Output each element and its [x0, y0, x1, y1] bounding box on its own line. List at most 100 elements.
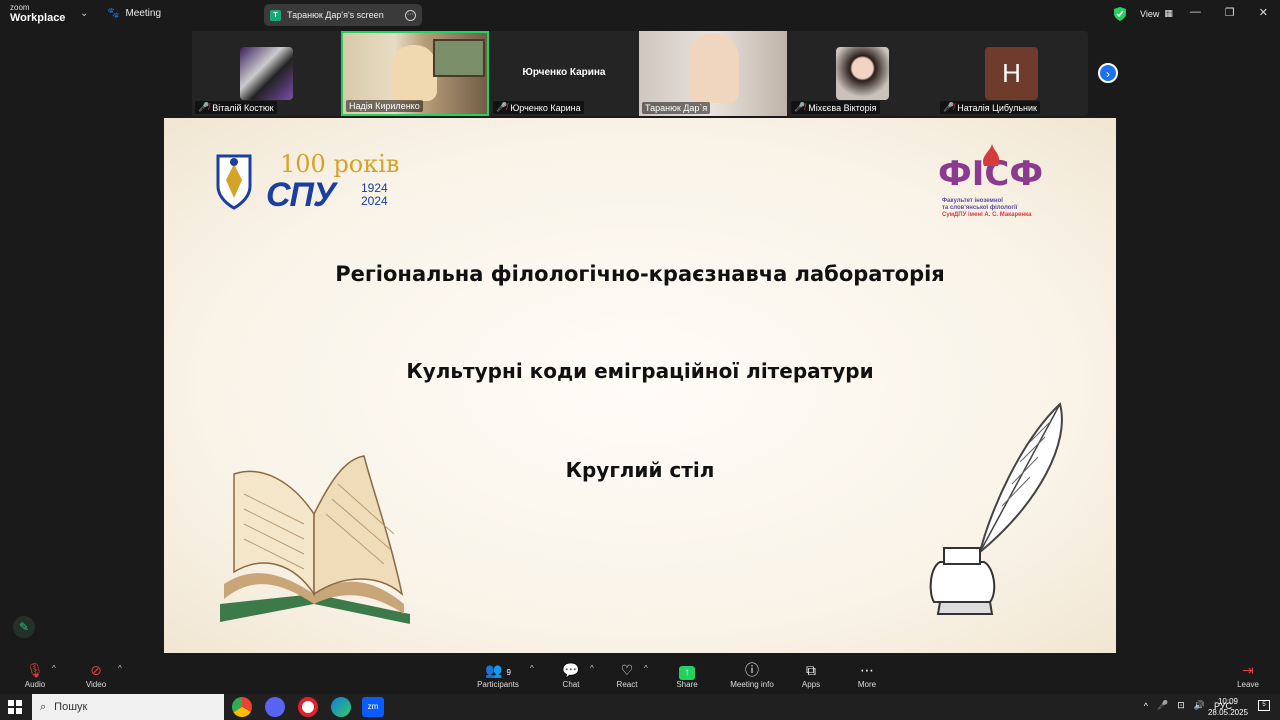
person-silhouette [391, 45, 437, 101]
window-controls: — ❐ ✕ [1190, 6, 1268, 19]
clock-date: 28.05.2025 [1207, 708, 1248, 717]
meeting-button[interactable]: 🐾 Meeting [107, 8, 161, 19]
volume-icon[interactable]: 🔊 [1194, 700, 1205, 711]
participant-name: 🎤̸ Віталій Костюк [195, 101, 277, 114]
participants-label: Participants [477, 680, 519, 689]
person-silhouette [689, 33, 739, 103]
notifications-icon[interactable]: 5 [1258, 700, 1270, 711]
video-off-icon: ⊘ [90, 662, 102, 678]
react-options-caret[interactable]: ^ [644, 664, 648, 673]
mic-muted-icon: 🎤̸ [794, 102, 806, 112]
participants-icon: 👥 9 [485, 662, 511, 678]
avatar-initial: Н [985, 47, 1038, 100]
annotate-pencil-button[interactable]: ✎ [13, 616, 35, 638]
spu-100-label: 100 років [280, 150, 400, 178]
participant-name: 🎤̸ Міхєєва Вікторія [791, 101, 880, 114]
chevron-up-icon[interactable]: ^ [1144, 701, 1148, 711]
participants-options-caret[interactable]: ^ [530, 664, 534, 673]
mic-muted-icon: 🎤̸ [943, 102, 955, 112]
participant-name: Надія Кириленко [346, 100, 423, 112]
quill-inkwell-icon [929, 402, 1063, 615]
restore-icon[interactable]: ❐ [1225, 6, 1235, 19]
participant-name: Таранюк Дар`я [642, 102, 711, 114]
spu-years: 1924 2024 [361, 181, 388, 208]
apps-button[interactable]: ⧉ Apps [781, 656, 841, 689]
picture-frame [433, 39, 485, 77]
grid-icon: ▦ [1164, 8, 1173, 18]
participant-display-name: Юрченко Карина [522, 67, 606, 78]
more-button[interactable]: ⋯ More [837, 656, 897, 689]
share-label: Share [676, 680, 698, 689]
fisf-caption: Факультет іноземної та слов'янської філо… [942, 198, 1032, 218]
participant-name: 🎤̸ Юрченко Карина [493, 101, 584, 114]
more-options-icon[interactable]: ··· [405, 9, 416, 21]
participant-tile[interactable]: Юрченко Карина 🎤̸ Юрченко Карина [490, 31, 638, 116]
more-icon: ⋯ [860, 662, 874, 678]
slide-title-topic: Культурні коди еміграційної літератури [406, 359, 874, 383]
chat-label: Chat [562, 680, 580, 689]
info-icon: ⓘ [745, 662, 759, 678]
slide-title-lab: Регіональна філологічно-краєзнавча лабор… [335, 262, 945, 286]
chrome-icon[interactable] [232, 697, 252, 717]
react-button[interactable]: ♡ React [597, 656, 657, 689]
view-button[interactable]: View ▦ [1140, 8, 1173, 19]
share-icon: ↑ [657, 660, 717, 680]
shield-icon[interactable] [1114, 7, 1126, 21]
participant-tile[interactable]: 🎤̸ Міхєєва Вікторія [788, 31, 936, 116]
apps-icon: ⧉ [806, 662, 816, 678]
mic-muted-icon: 🎤̸ [496, 102, 508, 112]
video-options-caret[interactable]: ^ [118, 664, 122, 673]
clock-time: 10:09 [1217, 697, 1238, 706]
logo-bottom-text: Workplace [10, 12, 66, 24]
mic-icon[interactable]: 🎤 [1157, 700, 1168, 711]
audio-label: Audio [24, 680, 46, 689]
title-bar: zoom Workplace ⌄ 🐾 Meeting T Таранюк Дар… [0, 0, 1280, 30]
audio-button[interactable]: 🎙︎ Audio [5, 656, 65, 689]
meeting-toolbar: 🎙︎ Audio ^ ⊘ Video ^ 👥 9 Participants ^ … [0, 656, 1280, 694]
meeting-info-button[interactable]: ⓘ Meeting info [722, 656, 782, 689]
discord-icon[interactable] [265, 697, 285, 717]
minimize-icon[interactable]: — [1190, 6, 1201, 19]
spu-emblem-icon [216, 154, 252, 210]
leave-icon: ⇥ [1242, 662, 1254, 678]
clock[interactable]: 10:09 28.05.2025 [1208, 696, 1248, 718]
open-book-icon [220, 455, 410, 624]
meeting-info-label: Meeting info [730, 680, 774, 689]
zoom-taskbar-icon[interactable]: zm [362, 697, 384, 717]
video-label: Video [85, 680, 107, 689]
mic-muted-icon: 🎤̸ [198, 102, 210, 112]
more-label: More [857, 680, 877, 689]
logo-top-text: zoom [10, 3, 30, 12]
share-badge-icon: T [270, 9, 281, 21]
participant-tile[interactable]: Надія Кириленко [341, 31, 489, 116]
chevron-down-icon[interactable]: ⌄ [80, 8, 88, 19]
meeting-label: Meeting [125, 8, 162, 19]
leave-button[interactable]: ⇥ Leave [1218, 656, 1278, 689]
screen-share-label: Таранюк Дар'я's screen [287, 10, 384, 20]
screen-share-indicator[interactable]: T Таранюк Дар'я's screen ··· [264, 4, 422, 26]
windows-start-icon[interactable] [8, 700, 22, 714]
chat-options-caret[interactable]: ^ [590, 664, 594, 673]
avatar [836, 47, 889, 100]
participant-tile[interactable]: 🎤̸ Віталій Костюк [192, 31, 340, 116]
audio-options-caret[interactable]: ^ [52, 664, 56, 673]
edge-icon[interactable] [331, 697, 351, 717]
apps-label: Apps [801, 680, 821, 689]
shared-slide: 100 років СПУ 1924 2024 ФІСФ Факультет і… [164, 118, 1116, 653]
os-taskbar: ⌕ Пошук zm ^ 🎤 ⊡ 🔊 РУС 10:09 28.05.2025 … [0, 694, 1280, 720]
react-label: React [616, 680, 638, 689]
video-button[interactable]: ⊘ Video [66, 656, 126, 689]
participant-strip: 🎤̸ Віталій Костюк Надія Кириленко Юрченко… [192, 31, 1088, 116]
network-icon[interactable]: ⊡ [1177, 700, 1185, 711]
next-page-button[interactable]: › [1098, 63, 1118, 83]
taskbar-search[interactable]: ⌕ Пошук [32, 694, 224, 720]
paw-icon: 🐾 [107, 8, 120, 19]
opera-icon[interactable] [298, 697, 318, 717]
share-button[interactable]: ↑ Share [657, 656, 717, 689]
participants-button[interactable]: 👥 9 Participants [468, 656, 528, 689]
mic-muted-icon: 🎙︎ [26, 662, 44, 678]
spu-abbreviation: СПУ [266, 176, 336, 214]
close-icon[interactable]: ✕ [1259, 6, 1268, 19]
participant-tile[interactable]: Таранюк Дар`я [639, 31, 787, 116]
participant-tile[interactable]: Н 🎤̸ Наталія Цибульник [937, 31, 1085, 116]
